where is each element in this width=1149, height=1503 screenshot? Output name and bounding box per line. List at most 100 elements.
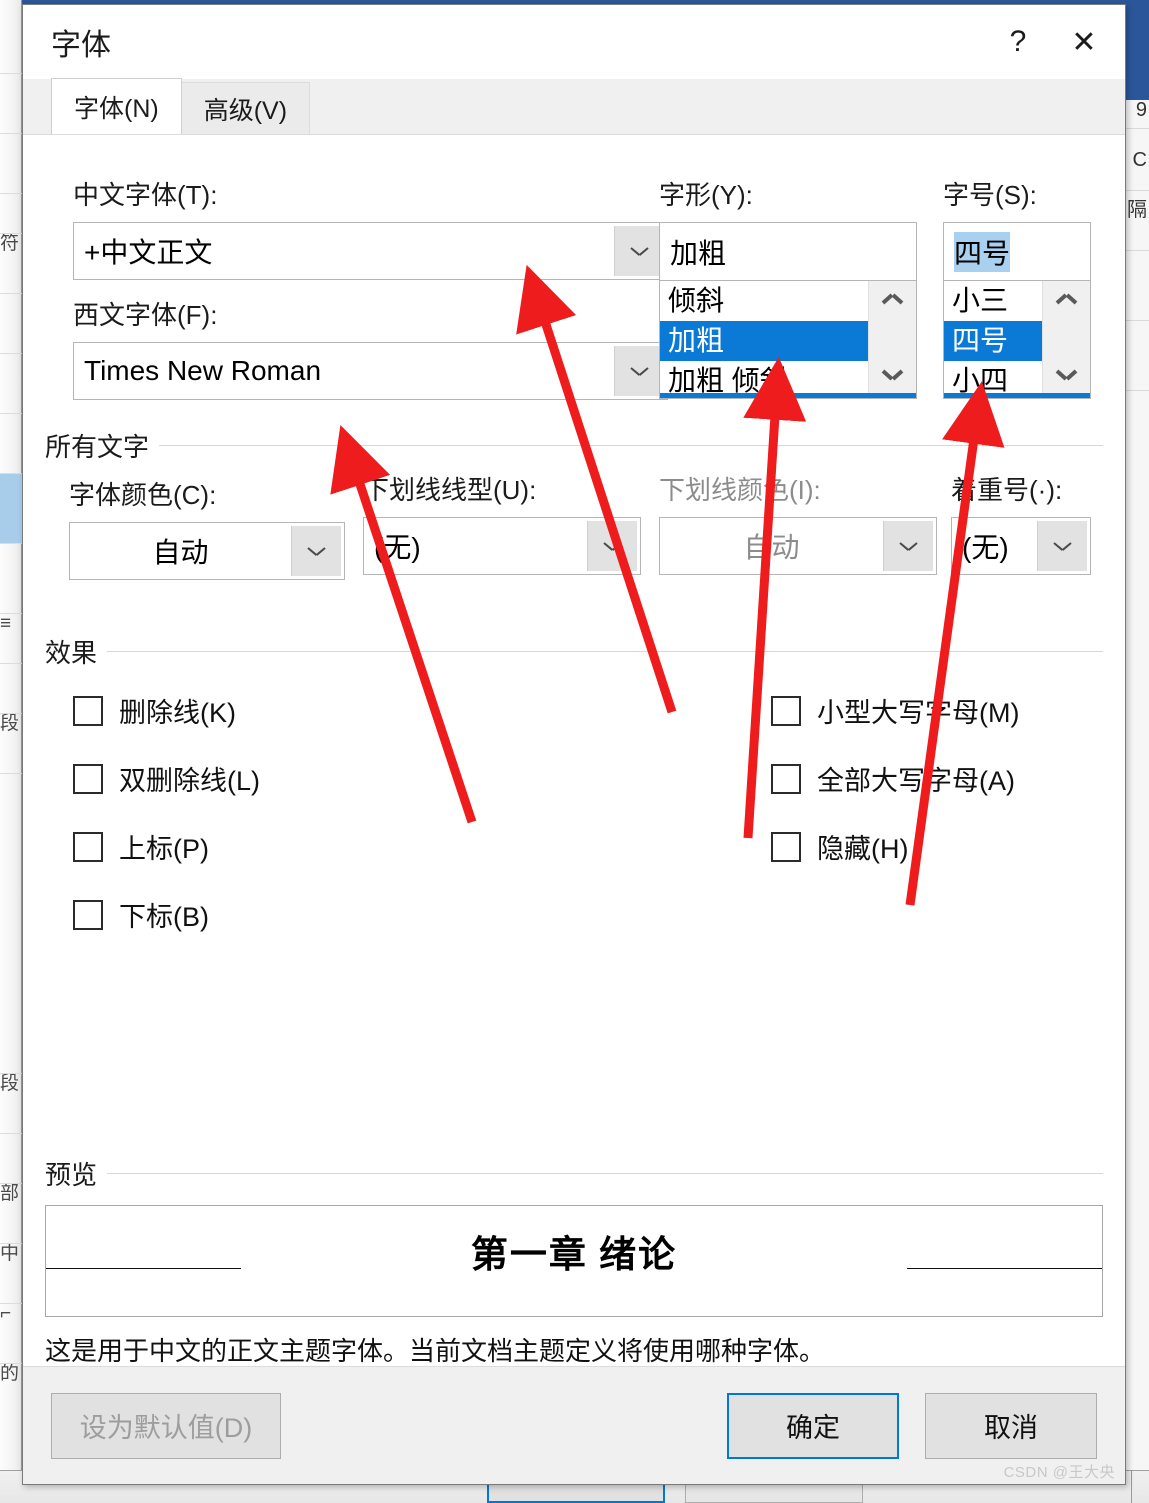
tab-strip: 字体(N) 高级(V) — [23, 78, 1125, 135]
font-size-option-sihao[interactable]: 四号 — [944, 321, 1042, 361]
tab-advanced-label: 高级(V) — [203, 96, 288, 125]
effect-double-strikethrough-label: 双删除线(L) — [119, 766, 260, 796]
dialog-title: 字体 — [51, 29, 111, 62]
font-style-input[interactable]: 加粗 — [660, 223, 916, 281]
chinese-font-field: 中文字体(T): +中文正文 — [73, 175, 668, 280]
close-icon[interactable]: ✕ — [1051, 5, 1117, 79]
checkbox[interactable] — [73, 899, 103, 930]
font-style-option-italic[interactable]: 倾斜 — [660, 281, 868, 321]
cancel-label: 取消 — [984, 1413, 1038, 1443]
chevron-down-icon — [604, 542, 621, 551]
effects-group-title: 效果 — [45, 638, 98, 668]
font-style-label: 字形(Y): — [659, 180, 753, 210]
effect-superscript[interactable]: 上标(P) — [73, 827, 260, 866]
effect-all-caps-label: 全部大写字母(A) — [817, 766, 1015, 796]
font-style-listbox[interactable]: 加粗 倾斜 加粗 加粗 倾斜 — [659, 222, 917, 399]
preview-sample-text: 第一章 绪论 — [470, 1235, 678, 1276]
chevron-down-icon — [1054, 542, 1071, 551]
set-as-default-label: 设为默认值(D) — [79, 1413, 253, 1443]
divider — [107, 1173, 1103, 1174]
effects-left-column: 删除线(K) 双删除线(L) 上标(P) 下标(B) — [73, 691, 260, 934]
set-as-default-button[interactable]: 设为默认值(D) — [51, 1392, 281, 1459]
ok-button[interactable]: 确定 — [727, 1392, 899, 1459]
underline-color-field: 下划线颜色(I): 自动 — [659, 470, 937, 575]
chevron-down-icon — [631, 367, 648, 376]
tab-font-label: 字体(N) — [74, 94, 159, 123]
scroll-up-icon[interactable] — [869, 287, 916, 319]
checkbox[interactable] — [73, 831, 103, 862]
background-left-strip: 符 ≡ 段 段 部 中 ⌐ 的 — [0, 0, 22, 1503]
font-size-scrollbar[interactable] — [1042, 281, 1090, 393]
latin-font-combo[interactable]: Times New Roman — [73, 342, 668, 400]
titlebar-buttons: ? ✕ — [985, 5, 1117, 79]
ok-label: 确定 — [786, 1413, 840, 1443]
preview-group-title: 预览 — [45, 1160, 98, 1190]
effects-group-header: 效果 — [45, 633, 1103, 670]
emphasis-mark-value: (无) — [962, 532, 1009, 563]
chinese-font-label: 中文字体(T): — [73, 180, 218, 210]
effect-strikethrough-label: 删除线(K) — [119, 698, 236, 728]
font-size-label: 字号(S): — [943, 180, 1037, 210]
font-size-field: 字号(S): 四号 小三 四号 小四 — [943, 175, 1091, 399]
font-style-option-bold-italic[interactable]: 加粗 倾斜 — [660, 361, 868, 394]
chinese-font-value: +中文正文 — [84, 237, 213, 268]
font-size-listbox[interactable]: 四号 小三 四号 小四 — [943, 222, 1091, 399]
tab-font[interactable]: 字体(N) — [51, 78, 182, 134]
font-style-options: 倾斜 加粗 加粗 倾斜 — [660, 281, 868, 393]
font-size-options: 小三 四号 小四 — [944, 281, 1042, 393]
font-size-selection-edge — [944, 393, 1090, 398]
emphasis-mark-combo[interactable]: (无) — [951, 517, 1091, 575]
scroll-down-icon[interactable] — [1043, 355, 1090, 387]
font-color-value: 自动 — [152, 537, 209, 568]
effect-hidden[interactable]: 隐藏(H) — [771, 827, 1019, 866]
latin-font-dropdown-arrow[interactable] — [614, 346, 664, 396]
underline-color-label: 下划线颜色(I): — [659, 475, 821, 505]
underline-color-combo: 自动 — [659, 517, 937, 575]
checkbox[interactable] — [73, 695, 103, 726]
font-size-input[interactable]: 四号 — [944, 223, 1090, 281]
font-style-option-bold[interactable]: 加粗 — [660, 321, 868, 361]
effect-double-strikethrough[interactable]: 双删除线(L) — [73, 759, 260, 798]
font-color-field: 字体颜色(C): 自动 — [69, 475, 345, 580]
effects-right-column: 小型大写字母(M) 全部大写字母(A) 隐藏(H) — [771, 691, 1019, 866]
chinese-font-combo[interactable]: +中文正文 — [73, 222, 668, 280]
underline-style-combo[interactable]: (无) — [363, 517, 641, 575]
checkbox[interactable] — [771, 831, 801, 862]
effect-strikethrough[interactable]: 删除线(K) — [73, 691, 260, 730]
scroll-up-icon[interactable] — [1043, 287, 1090, 319]
emphasis-mark-field: 着重号(·): (无) — [951, 470, 1091, 575]
effect-all-caps[interactable]: 全部大写字母(A) — [771, 759, 1019, 798]
emphasis-mark-label: 着重号(·): — [951, 475, 1063, 505]
checkbox[interactable] — [771, 695, 801, 726]
help-icon[interactable]: ? — [985, 5, 1051, 79]
chevron-down-icon — [900, 542, 917, 551]
effect-subscript-label: 下标(B) — [119, 902, 209, 932]
font-style-scrollbar[interactable] — [868, 281, 916, 393]
font-style-value: 加粗 — [670, 237, 727, 269]
font-size-value: 四号 — [954, 231, 1011, 272]
underline-color-value: 自动 — [743, 532, 800, 563]
font-size-option-xiaosan[interactable]: 小三 — [944, 281, 1042, 321]
font-color-combo[interactable]: 自动 — [69, 522, 345, 580]
effect-superscript-label: 上标(P) — [119, 834, 209, 864]
tab-advanced[interactable]: 高级(V) — [180, 82, 311, 134]
font-color-dropdown-arrow[interactable] — [291, 526, 341, 576]
chinese-font-dropdown-arrow[interactable] — [614, 226, 664, 276]
emphasis-mark-dropdown-arrow[interactable] — [1037, 521, 1087, 571]
dialog-footer: 设为默认值(D) 确定 取消 CSDN @王大央 — [23, 1366, 1125, 1484]
preview-group-header: 预览 — [45, 1155, 1103, 1192]
font-color-label: 字体颜色(C): — [69, 480, 217, 510]
font-size-option-xiaosi[interactable]: 小四 — [944, 361, 1042, 394]
underline-style-label: 下划线线型(U): — [363, 475, 537, 505]
underline-style-dropdown-arrow[interactable] — [587, 521, 637, 571]
checkbox[interactable] — [771, 763, 801, 794]
divider — [159, 445, 1103, 446]
checkbox[interactable] — [73, 763, 103, 794]
effect-small-caps[interactable]: 小型大写字母(M) — [771, 691, 1019, 730]
underline-color-dropdown-arrow — [883, 521, 933, 571]
cancel-button[interactable]: 取消 — [925, 1392, 1097, 1459]
effect-subscript[interactable]: 下标(B) — [73, 895, 260, 934]
scroll-down-icon[interactable] — [869, 355, 916, 387]
latin-font-label: 西文字体(F): — [73, 300, 218, 330]
divider — [107, 651, 1103, 652]
